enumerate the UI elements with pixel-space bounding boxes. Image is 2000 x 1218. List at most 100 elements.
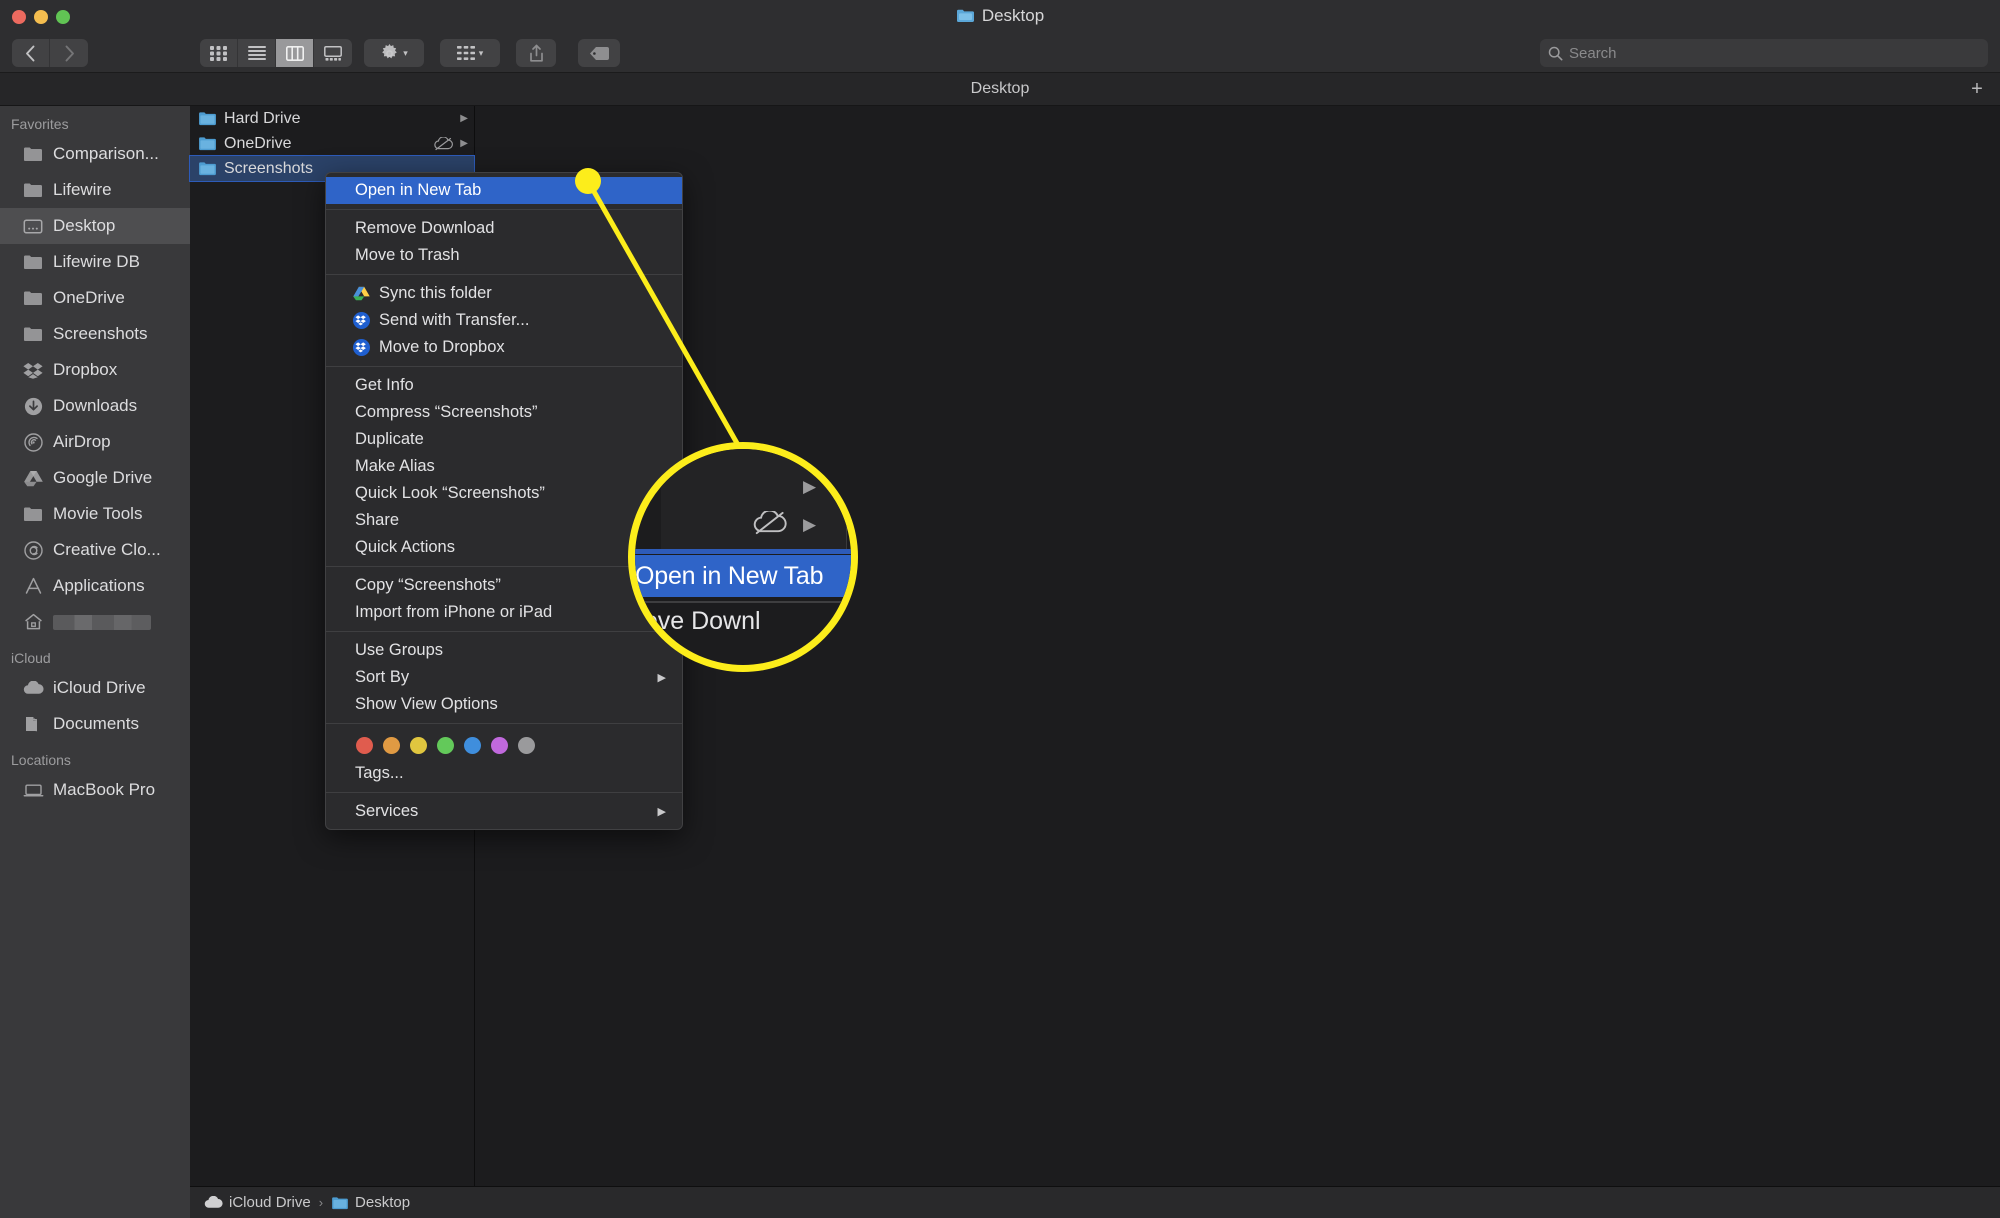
tag-swatch-blue[interactable]	[464, 737, 481, 754]
menu-separator	[326, 209, 682, 210]
edit-tags-button[interactable]	[578, 39, 620, 67]
sidebar-item-label: Google Drive	[53, 468, 153, 487]
search-input-placeholder: Search	[1569, 44, 1617, 62]
file-row-hard-drive[interactable]: Hard Drive ▶	[190, 106, 474, 131]
airdrop-icon	[22, 432, 44, 452]
tab-desktop[interactable]: Desktop	[971, 80, 1030, 98]
sidebar-section-locations-header: Locations	[11, 752, 71, 768]
search-icon	[1548, 46, 1563, 61]
redacted-username	[53, 614, 151, 630]
menu-item-share[interactable]: Share	[326, 507, 682, 534]
menu-item-duplicate[interactable]: Duplicate	[326, 426, 682, 453]
sidebar-item-macbook-pro[interactable]: MacBook Pro	[0, 772, 190, 808]
chevron-down-icon: ▾	[478, 47, 484, 58]
menu-separator	[326, 723, 682, 724]
menu-item-services[interactable]: Services ▶	[326, 798, 682, 825]
folder-icon	[22, 145, 44, 164]
menu-item-compress[interactable]: Compress “Screenshots”	[326, 399, 682, 426]
magnified-separator	[635, 601, 851, 603]
magnified-open-in-new-tab[interactable]: Open in New Tab	[635, 555, 851, 597]
menu-item-open-in-new-tab[interactable]: Open in New Tab	[326, 177, 682, 204]
folder-icon	[22, 181, 44, 200]
sidebar-item-comparison[interactable]: Comparison...	[0, 136, 190, 172]
path-separator: ›	[318, 1195, 324, 1210]
sidebar-item-movie-tools[interactable]: Movie Tools	[0, 496, 190, 532]
sidebar-item-label: Dropbox	[53, 360, 118, 379]
column-view-button[interactable]	[276, 39, 314, 67]
path-item-icloud-drive[interactable]: iCloud Drive	[204, 1194, 311, 1211]
sidebar-item-creative-cloud[interactable]: Creative Clo...	[0, 532, 190, 568]
path-bar: iCloud Drive › Desktop	[190, 1186, 2000, 1218]
folder-icon	[22, 505, 44, 524]
sidebar-item-google-drive[interactable]: Google Drive	[0, 460, 190, 496]
path-item-label: iCloud Drive	[229, 1194, 311, 1211]
window-title-text: Desktop	[981, 6, 1045, 25]
share-button[interactable]	[516, 39, 556, 67]
folder-icon	[331, 1196, 349, 1210]
magnifier-callout: ▶ ▶ Open in New Tab move Downl to Tr	[628, 442, 858, 672]
chevron-right-icon[interactable]: ▶	[460, 113, 468, 124]
menu-item-remove-download[interactable]: Remove Download	[326, 215, 682, 242]
sidebar-item-downloads[interactable]: Downloads	[0, 388, 190, 424]
menu-item-use-groups[interactable]: Use Groups	[326, 637, 682, 664]
sidebar-item-label: OneDrive	[53, 288, 125, 307]
file-name: OneDrive	[224, 134, 292, 152]
context-menu: Open in New Tab Remove Download Move to …	[325, 172, 683, 830]
chevron-right-icon: ▶	[803, 515, 817, 534]
path-item-desktop[interactable]: Desktop	[331, 1194, 410, 1211]
sidebar-item-desktop[interactable]: Desktop	[0, 208, 190, 244]
sidebar-item-lifewire-db[interactable]: Lifewire DB	[0, 244, 190, 280]
menu-item-move-to-trash[interactable]: Move to Trash	[326, 242, 682, 269]
list-view-button[interactable]	[238, 39, 276, 67]
sidebar-item-screenshots[interactable]: Screenshots	[0, 316, 190, 352]
menu-item-import-from-iphone[interactable]: Import from iPhone or iPad	[326, 599, 682, 626]
sidebar-item-applications[interactable]: Applications	[0, 568, 190, 604]
sidebar-item-documents[interactable]: Documents	[0, 706, 190, 742]
icon-view-button[interactable]	[200, 39, 238, 67]
menu-item-tags[interactable]: Tags...	[326, 760, 682, 787]
back-button[interactable]	[12, 39, 50, 67]
chevron-down-icon: ▾	[403, 47, 408, 58]
forward-button[interactable]	[50, 39, 88, 67]
title-bar: Desktop	[0, 0, 2000, 33]
sidebar-item-dropbox[interactable]: Dropbox	[0, 352, 190, 388]
group-menu-button[interactable]: ▾	[440, 39, 500, 67]
new-tab-button[interactable]: +	[1964, 77, 1990, 101]
sidebar-item-lifewire[interactable]: Lifewire	[0, 172, 190, 208]
menu-item-quick-look[interactable]: Quick Look “Screenshots”	[326, 480, 682, 507]
sidebar-item-icloud-drive[interactable]: iCloud Drive	[0, 670, 190, 706]
file-row-onedrive[interactable]: OneDrive ▶	[190, 131, 474, 156]
menu-item-label: Sort By	[355, 668, 410, 686]
navigation-buttons	[12, 39, 88, 67]
toolbar: ▾ ▾ Search	[0, 33, 2000, 73]
menu-item-sync-this-folder[interactable]: Sync this folder	[326, 280, 682, 307]
action-menu-button[interactable]: ▾	[364, 39, 424, 67]
menu-item-get-info[interactable]: Get Info	[326, 372, 682, 399]
sidebar-item-onedrive[interactable]: OneDrive	[0, 280, 190, 316]
tag-swatch-yellow[interactable]	[410, 737, 427, 754]
sidebar-item-label: Documents	[53, 714, 139, 733]
menu-item-sort-by[interactable]: Sort By ▶	[326, 664, 682, 691]
tag-swatch-gray[interactable]	[518, 737, 535, 754]
tag-swatch-purple[interactable]	[491, 737, 508, 754]
folder-icon	[198, 111, 217, 126]
sidebar-item-label: Lifewire DB	[53, 252, 140, 271]
sidebar-item-home-redacted[interactable]	[0, 604, 190, 640]
menu-item-move-to-dropbox[interactable]: Move to Dropbox	[326, 334, 682, 361]
gallery-view-button[interactable]	[314, 39, 352, 67]
search-field[interactable]: Search	[1540, 39, 1988, 67]
dropbox-icon	[352, 311, 371, 330]
tag-swatch-orange[interactable]	[383, 737, 400, 754]
sidebar-item-label: Screenshots	[53, 324, 148, 343]
menu-separator	[326, 366, 682, 367]
chevron-right-icon[interactable]: ▶	[460, 138, 468, 149]
folder-icon	[22, 289, 44, 308]
menu-item-show-view-options[interactable]: Show View Options	[326, 691, 682, 718]
menu-item-make-alias[interactable]: Make Alias	[326, 453, 682, 480]
tag-swatch-green[interactable]	[437, 737, 454, 754]
menu-item-send-with-transfer[interactable]: Send with Transfer...	[326, 307, 682, 334]
sidebar-item-airdrop[interactable]: AirDrop	[0, 424, 190, 460]
tag-swatch-red[interactable]	[356, 737, 373, 754]
menu-item-label: Move to Dropbox	[379, 338, 505, 356]
sidebar-item-label: Creative Clo...	[53, 540, 161, 559]
